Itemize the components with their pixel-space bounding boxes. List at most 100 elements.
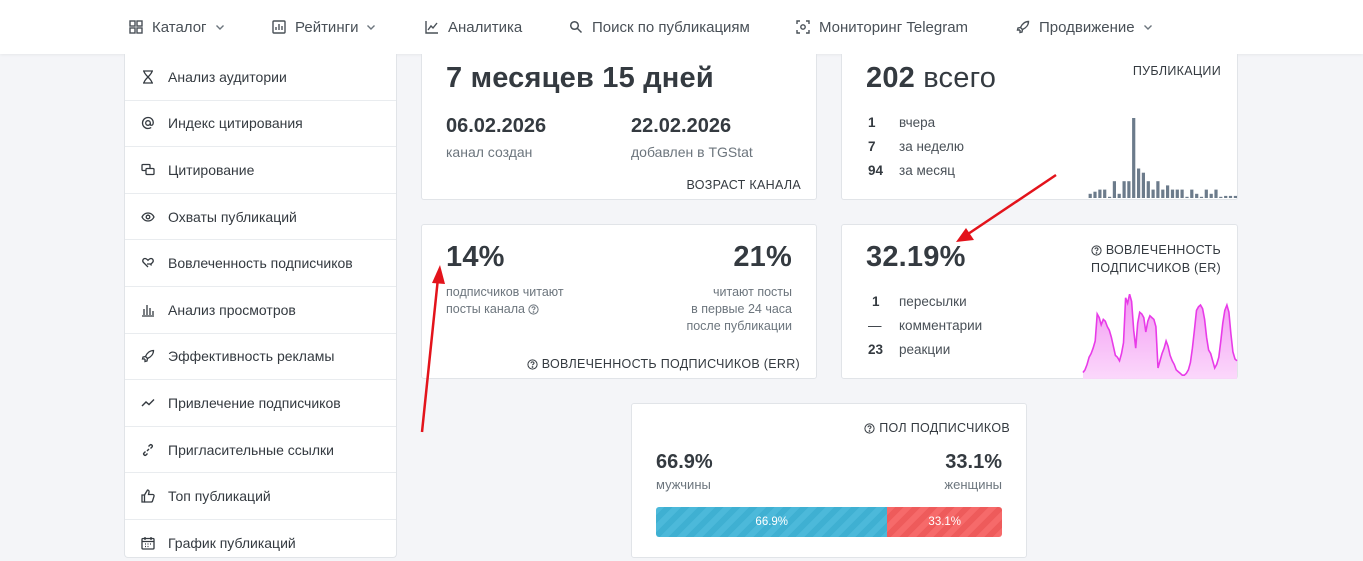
trend-icon (141, 396, 155, 410)
sidebar-item-label: Топ публикаций (168, 488, 271, 505)
publications-bar (1190, 189, 1194, 198)
chevron-down-icon (215, 22, 225, 32)
publications-bar (1112, 181, 1116, 198)
eye-icon (141, 210, 155, 224)
posts-week-count: 7 (868, 139, 876, 154)
err-read-percent: 14% (446, 241, 505, 273)
publications-bar (1132, 118, 1136, 198)
publications-bar (1199, 196, 1204, 198)
added-label: добавлен в TGStat (631, 144, 753, 160)
nav-search-posts-label: Поиск по публикациям (592, 18, 750, 36)
sidebar-item-subscriber-acquisition[interactable]: Привлечение подписчиков (125, 380, 396, 427)
nav-promotion[interactable]: Продвижение (1015, 0, 1153, 54)
sidebar-item-invite-links[interactable]: Пригласительные ссылки (125, 427, 396, 474)
link-icon (141, 443, 155, 457)
male-percent: 66.9% (656, 451, 713, 473)
err-24h-label: читают посты в первые 24 часа после публ… (686, 284, 792, 335)
chevron-down-icon (1143, 22, 1153, 32)
male-label: мужчины (656, 477, 711, 492)
sidebar-item-citation[interactable]: Цитирование (125, 147, 396, 194)
channel-age-value: 7 месяцев 15 дней (446, 62, 714, 94)
er-reactions-count: 23 (868, 342, 884, 357)
err-24h-percent: 21% (733, 241, 792, 273)
publications-bar (1195, 193, 1199, 198)
sidebar-item-posting-schedule[interactable]: График публикаций (125, 520, 396, 561)
err-card: 14% подписчиков читают посты канала 21% … (421, 224, 817, 379)
nav-ratings[interactable]: Рейтинги (271, 0, 376, 54)
sidebar-item-label: Анализ аудитории (168, 68, 287, 85)
posts-month-label: за месяц (899, 163, 956, 178)
chevron-down-icon (366, 22, 376, 32)
publications-bar (1088, 193, 1092, 198)
publications-bar (1117, 193, 1121, 198)
publications-bar (1170, 189, 1175, 198)
bar-chart-icon (271, 19, 287, 35)
top-navigation: Каталог Рейтинги Аналитика Поиск по публ… (0, 0, 1363, 54)
created-date: 06.02.2026 (446, 115, 547, 137)
er-forwards-label: пересылки (899, 294, 967, 309)
heart-hand-icon (141, 256, 155, 270)
publications-bar (1161, 189, 1165, 198)
publications-bar (1209, 193, 1213, 198)
at-icon (141, 116, 155, 130)
help-icon[interactable] (1091, 243, 1102, 256)
nav-analytics-label: Аналитика (448, 18, 523, 36)
sidebar-item-post-reach[interactable]: Охваты публикаций (125, 194, 396, 241)
sidebar-item-views-analysis[interactable]: Анализ просмотров (125, 287, 396, 334)
nav-promotion-label: Продвижение (1039, 18, 1135, 36)
err-read-label-line2: посты канала (446, 301, 564, 318)
err-title-text: вовлеченность подписчиков (ERR) (541, 357, 800, 371)
monitor-icon (795, 19, 811, 35)
er-title: вовлеченность подписчиков (ER) (1091, 241, 1221, 277)
nav-analytics[interactable]: Аналитика (424, 0, 522, 54)
err-24h-label-line1: читают посты (712, 285, 792, 299)
posts-yesterday-label: вчера (899, 115, 936, 130)
publications-bar (1137, 168, 1141, 198)
created-label: канал создан (446, 144, 533, 160)
sidebar-item-label: График публикаций (168, 535, 296, 552)
search-icon (568, 19, 584, 35)
publications-total-word: всего (923, 62, 997, 94)
publications-bar (1233, 195, 1237, 198)
sidebar-item-subscriber-engagement[interactable]: Вовлеченность подписчиков (125, 240, 396, 287)
publications-bar (1156, 181, 1160, 198)
err-24h-label-line3: после публикации (686, 319, 792, 333)
channel-age-card: 7 месяцев 15 дней 06.02.2026 канал созда… (421, 54, 817, 200)
nav-search-posts[interactable]: Поиск по публикациям (568, 0, 750, 54)
sidebar-item-top-posts[interactable]: Топ публикаций (125, 473, 396, 520)
hourglass-icon (141, 70, 155, 84)
publications-card: 202 всего публикации 1 вчера 7 за неделю… (841, 54, 1238, 200)
nav-catalog[interactable]: Каталог (128, 0, 225, 54)
calendar-icon (141, 536, 155, 550)
gender-ratio-bar: 66.9% 33.1% (656, 507, 1002, 537)
sidebar-item-ad-efficiency[interactable]: Эффективность рекламы (125, 334, 396, 381)
publications-bar (1141, 172, 1145, 198)
sidebar-item-label: Индекс цитирования (168, 115, 303, 132)
posts-week-label: за неделю (899, 139, 965, 154)
sidebar-item-audience-analysis[interactable]: Анализ аудитории (125, 54, 396, 101)
publications-bar (1103, 189, 1107, 198)
sidebar-item-citation-index[interactable]: Индекс цитирования (125, 101, 396, 148)
publications-bar (1180, 189, 1184, 198)
publications-bar (1175, 189, 1179, 198)
er-area-chart (1082, 293, 1238, 379)
help-icon[interactable] (527, 359, 538, 370)
rocket-icon (141, 349, 155, 363)
help-icon[interactable] (864, 423, 876, 434)
added-date: 22.02.2026 (631, 115, 732, 137)
help-icon[interactable] (528, 303, 540, 315)
sidebar-item-label: Пригласительные ссылки (168, 441, 334, 458)
bars-icon (141, 303, 155, 317)
grid-icon (128, 19, 144, 35)
female-percent: 33.1% (945, 451, 1002, 473)
publications-total-number: 202 (866, 62, 915, 94)
publications-bar (1166, 185, 1170, 198)
publications-bar (1219, 196, 1223, 198)
posts-month-count: 94 (868, 163, 884, 178)
quote-icon (141, 163, 155, 177)
posts-yesterday-count: 1 (868, 115, 876, 130)
sidebar-item-label: Охваты публикаций (168, 208, 297, 225)
nav-telegram-monitoring[interactable]: Мониторинг Telegram (795, 0, 968, 54)
publications-bar (1108, 196, 1112, 198)
publications-bar (1185, 196, 1189, 198)
